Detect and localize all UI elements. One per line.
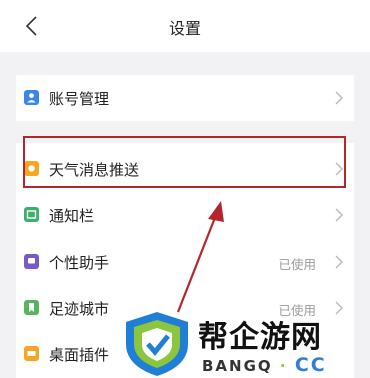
notification-bar-icon [24,207,39,222]
watermark-domain: BANGQ · CC [202,354,327,376]
watermark-brand: 帮企游网 [198,320,322,355]
chevron-right-icon [335,255,343,269]
watermark-domain-left: BANGQ [202,357,273,375]
settings-row-notification-bar[interactable]: 通知栏 [16,192,354,238]
highlight-box [23,136,346,188]
widget-icon [24,346,39,361]
account-icon [24,90,39,105]
chevron-right-icon [335,208,343,222]
settings-row-label: 账号管理 [49,90,110,108]
settings-row-label: 个性助手 [49,254,110,272]
footprint-icon [24,300,39,315]
settings-row-label: 通知栏 [49,207,95,225]
settings-row-personal-assistant[interactable]: 个性助手 已使用 [16,239,354,285]
shield-logo-icon [126,312,188,376]
watermark-domain-dot: · [279,357,288,375]
account-card: 账号管理 [16,75,354,121]
watermark-logo: 帮企游网 BANGQ · CC [120,310,370,378]
page-title: 设置 [168,19,201,38]
top-bar: 设置 [0,0,370,52]
settings-row-label: 桌面插件 [49,346,110,364]
settings-row-label: 足迹城市 [49,300,110,318]
personal-assistant-icon [24,254,39,269]
watermark-domain-right: CC [294,354,327,376]
chevron-right-icon [335,91,343,105]
settings-row-account[interactable]: 账号管理 [16,75,354,121]
settings-row-status: 已使用 [278,257,316,272]
